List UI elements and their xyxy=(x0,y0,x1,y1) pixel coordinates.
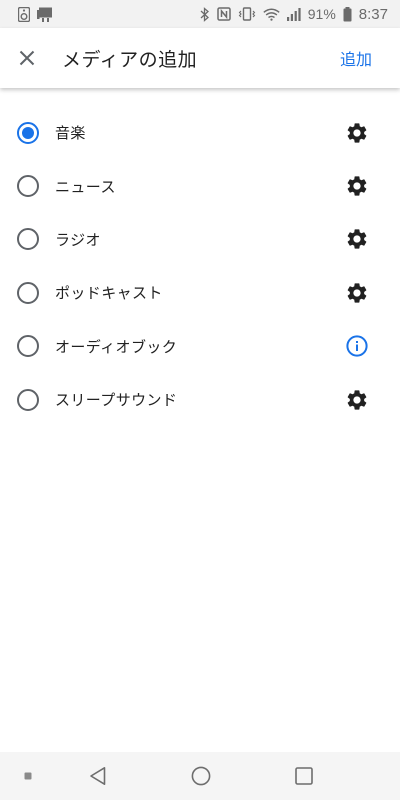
recents-icon xyxy=(295,767,313,785)
bluetooth-icon xyxy=(200,6,210,22)
close-icon xyxy=(19,50,35,66)
media-options-list: 音楽 ニュース ラジオ ポッドキャスト オーディオブック スリープサウンド xyxy=(0,106,400,426)
list-item-podcast[interactable]: ポッドキャスト xyxy=(0,266,400,319)
gear-icon xyxy=(347,176,367,196)
app-bar: メディアの追加 追加 xyxy=(0,28,400,88)
radio-button[interactable] xyxy=(17,388,39,411)
radio-button[interactable] xyxy=(17,228,39,251)
settings-button[interactable] xyxy=(337,113,377,153)
status-bar: 91% 8:37 xyxy=(0,0,400,28)
list-item-label: ポッドキャスト xyxy=(55,284,163,303)
add-button[interactable]: 追加 xyxy=(340,46,372,70)
list-item-label: 音楽 xyxy=(55,124,86,143)
clock: 8:37 xyxy=(358,5,388,23)
list-item-news[interactable]: ニュース xyxy=(0,159,400,212)
close-button[interactable] xyxy=(0,28,55,88)
back-button[interactable] xyxy=(84,764,112,788)
battery-percent: 91% xyxy=(307,6,336,22)
list-item-music[interactable]: 音楽 xyxy=(0,106,400,159)
navigation-bar xyxy=(0,752,400,800)
status-right: 91% 8:37 xyxy=(200,6,388,23)
radio-selected-dot xyxy=(22,126,34,139)
settings-button[interactable] xyxy=(337,219,377,259)
status-left xyxy=(18,6,53,22)
list-item-label: ニュース xyxy=(55,177,116,196)
list-item-label: オーディオブック xyxy=(55,337,178,356)
vibrate-icon xyxy=(238,7,256,21)
menu-dot-icon xyxy=(24,772,32,780)
list-item-radio[interactable]: ラジオ xyxy=(0,213,400,266)
signal-icon xyxy=(286,7,301,21)
back-icon xyxy=(90,767,106,785)
info-icon xyxy=(346,335,368,357)
gear-icon xyxy=(347,283,367,303)
gear-icon xyxy=(347,390,367,410)
notification-card-icon xyxy=(37,7,53,22)
speaker-icon xyxy=(18,6,30,22)
settings-button[interactable] xyxy=(337,273,377,313)
settings-button[interactable] xyxy=(337,166,377,206)
info-button[interactable] xyxy=(337,326,377,366)
radio-button[interactable] xyxy=(17,175,39,198)
list-item-label: ラジオ xyxy=(55,230,101,249)
list-item-audiobook[interactable]: オーディオブック xyxy=(0,320,400,373)
wifi-icon xyxy=(263,8,280,21)
radio-button[interactable] xyxy=(17,281,39,304)
recents-button[interactable] xyxy=(290,764,318,788)
gear-icon xyxy=(347,229,367,250)
radio-button[interactable] xyxy=(17,335,39,358)
battery-icon xyxy=(343,6,352,22)
home-icon xyxy=(191,766,211,786)
list-item-label: スリープサウンド xyxy=(55,391,178,410)
menu-dot-button[interactable] xyxy=(20,768,36,784)
gear-icon xyxy=(347,123,367,143)
home-button[interactable] xyxy=(187,764,215,788)
list-item-sleep-sounds[interactable]: スリープサウンド xyxy=(0,373,400,426)
page-title: メディアの追加 xyxy=(62,48,198,71)
nfc-icon xyxy=(217,7,231,21)
radio-button[interactable] xyxy=(17,121,39,144)
settings-button[interactable] xyxy=(337,380,377,420)
